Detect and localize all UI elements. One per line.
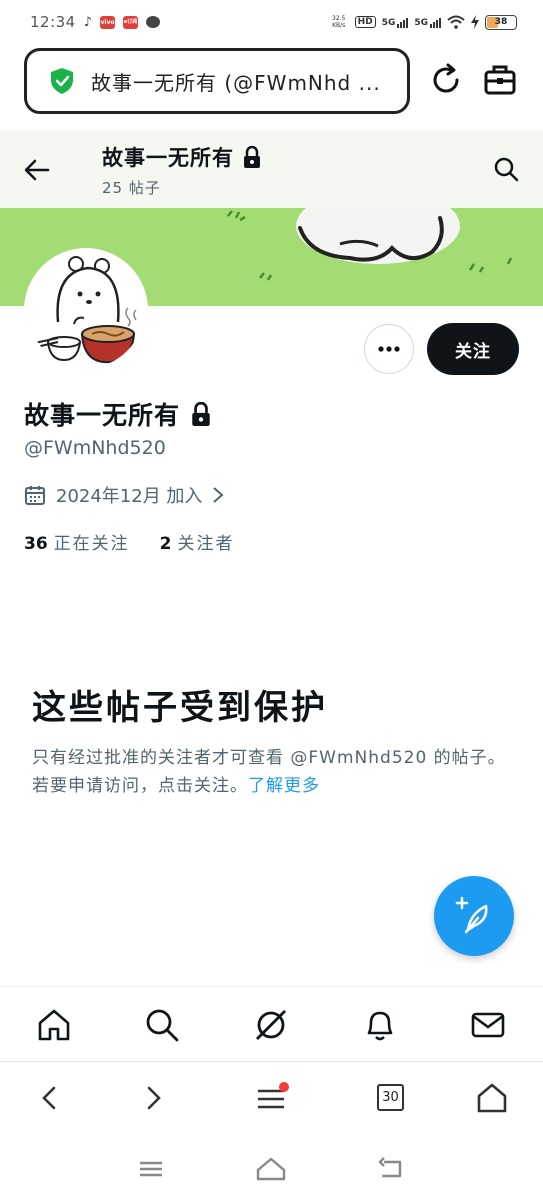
- browser-forward-icon[interactable]: [137, 1082, 169, 1114]
- header-name: 故事一无所有: [102, 142, 262, 172]
- messages-mail-icon[interactable]: [470, 1007, 506, 1043]
- hd-badge: HD: [354, 16, 376, 28]
- battery-icon: 38: [485, 14, 517, 30]
- browser-home-icon[interactable]: [476, 1082, 508, 1114]
- reload-icon[interactable]: [428, 62, 464, 98]
- browser-bar: 故事一无所有 (@FWmNhd ...: [0, 48, 543, 116]
- search-icon[interactable]: [493, 156, 519, 182]
- display-name: 故事一无所有: [24, 396, 212, 432]
- browser-nav: [0, 1062, 543, 1136]
- system-back-icon[interactable]: [376, 1154, 406, 1184]
- music-icon: ♪: [83, 14, 93, 30]
- signal-5g-2: 5G: [414, 16, 441, 28]
- followers-label: 关注者: [177, 534, 235, 554]
- net-speed: 32.5 KB/s: [331, 15, 346, 29]
- subscribe-app-icon: e订阅: [123, 15, 139, 29]
- chevron-right-icon: [213, 487, 224, 503]
- display-name-text: 故事一无所有: [24, 401, 181, 430]
- more-options-button[interactable]: [364, 324, 414, 374]
- learn-more-link[interactable]: 了解更多: [248, 776, 320, 796]
- header-name-text: 故事一无所有: [102, 146, 234, 170]
- avatar-bear-illustration: [29, 256, 137, 364]
- profile-handle: @FWmNhd520: [24, 437, 166, 459]
- follow-button[interactable]: 关注: [427, 323, 519, 375]
- protected-title: 这些帖子受到保护: [32, 688, 328, 728]
- followers-stat[interactable]: 2 关注者: [160, 529, 235, 554]
- system-home-icon[interactable]: [256, 1154, 286, 1184]
- follow-stats: 36 正在关注 2 关注者: [24, 529, 235, 554]
- header-post-count: 25 帖子: [102, 179, 161, 197]
- url-bar[interactable]: 故事一无所有 (@FWmNhd ...: [24, 48, 410, 114]
- joined-date-row[interactable]: 2024年12月 加入: [24, 482, 224, 508]
- shield-check-icon: [51, 68, 73, 94]
- url-text: 故事一无所有 (@FWmNhd ...: [91, 70, 381, 95]
- status-time: 12:34: [30, 13, 76, 31]
- avatar[interactable]: [24, 248, 148, 372]
- toolbox-icon[interactable]: [482, 62, 518, 98]
- home-icon[interactable]: [36, 1007, 72, 1043]
- lock-icon: [192, 402, 210, 426]
- protected-description: 只有经过批准的关注者才可查看 @FWmNhd520 的帖子。若要申请访问，点击关…: [32, 744, 512, 800]
- followers-count: 2: [159, 534, 172, 554]
- explore-search-icon[interactable]: [144, 1007, 180, 1043]
- following-label: 正在关注: [53, 534, 130, 554]
- vivo-app-icon: vivo: [100, 15, 116, 29]
- charging-icon: [471, 15, 479, 29]
- message-icon: [146, 16, 161, 28]
- wifi-icon: [447, 15, 465, 29]
- compose-feather-icon: [455, 896, 488, 934]
- system-nav: [0, 1140, 543, 1200]
- grok-icon[interactable]: [253, 1007, 289, 1043]
- signal-5g-1: 5G: [382, 16, 409, 28]
- profile-header: 故事一无所有 25 帖子: [0, 130, 543, 208]
- lock-icon: [244, 146, 260, 168]
- browser-back-icon[interactable]: [34, 1082, 66, 1114]
- notifications-bell-icon[interactable]: [362, 1007, 398, 1043]
- menu-notification-dot: [279, 1082, 289, 1092]
- calendar-icon: [25, 486, 45, 505]
- recents-icon[interactable]: [136, 1154, 166, 1184]
- tab-count-button[interactable]: 30: [377, 1084, 404, 1111]
- status-bar: 12:34 ♪ vivo e订阅 32.5 KB/s HD 5G 5G 38: [0, 0, 543, 44]
- following-count: 36: [24, 534, 48, 554]
- joined-date: 2024年12月 加入: [56, 486, 203, 507]
- back-arrow-icon[interactable]: [24, 157, 50, 183]
- more-dots-icon: [378, 346, 400, 352]
- following-stat[interactable]: 36 正在关注: [24, 529, 130, 554]
- compose-post-button[interactable]: [434, 876, 514, 956]
- bottom-nav: [0, 986, 543, 1062]
